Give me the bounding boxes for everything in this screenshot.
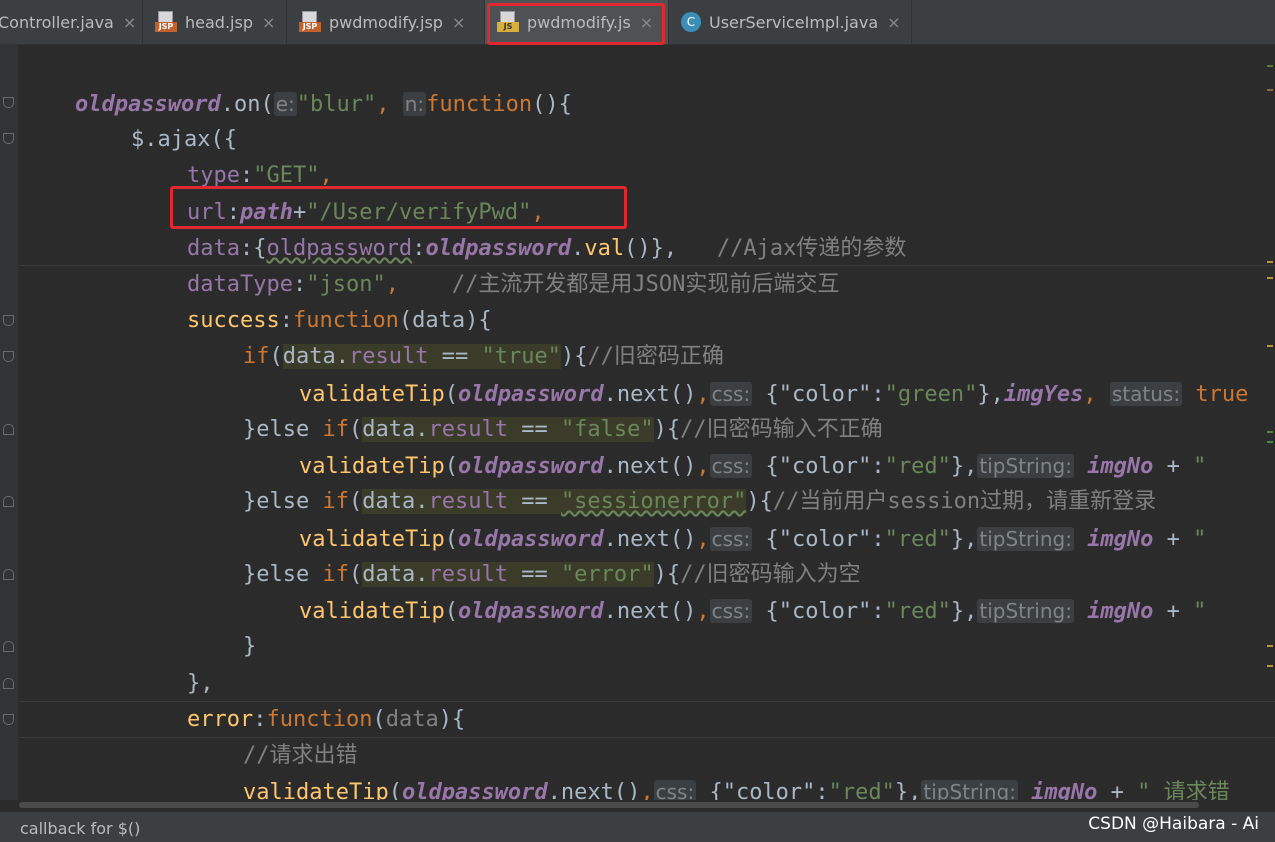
error-stripe-marker[interactable]	[1267, 89, 1273, 91]
parameter-hint: tipString:	[921, 780, 1018, 800]
tab-controller-java[interactable]: Controller.java ×	[0, 0, 143, 44]
fold-icon[interactable]	[3, 133, 14, 144]
tab-userserviceimpl-java[interactable]: C UserServiceImpl.java ×	[669, 0, 912, 44]
tab-label: Controller.java	[0, 12, 114, 32]
code-line: validateTip(oldpassword.next(), css: {"co…	[75, 777, 1230, 800]
parameter-hint: css:	[653, 780, 697, 800]
close-icon[interactable]: ×	[887, 13, 900, 32]
close-icon[interactable]: ×	[262, 13, 275, 32]
error-stripe-marker[interactable]	[1267, 645, 1273, 647]
code-line: }	[243, 634, 257, 659]
fold-icon[interactable]	[3, 496, 14, 507]
code-line: success:function(data){	[187, 308, 492, 333]
error-stripe-marker[interactable]	[1267, 441, 1273, 443]
code-line: }else if(data.result == "error"){//旧密码输入…	[243, 562, 861, 587]
code-line: $.ajax({	[131, 127, 237, 152]
fold-icon[interactable]	[3, 678, 14, 689]
error-stripe-marker[interactable]	[1267, 261, 1273, 263]
code-line: data:{oldpassword:oldpassword.val()}, //…	[187, 236, 907, 261]
close-icon[interactable]: ×	[452, 13, 465, 32]
parameter-hint: css:	[709, 599, 753, 623]
jsp-file-icon: JSP	[155, 11, 177, 33]
scrollbar-thumb[interactable]	[19, 802, 1199, 808]
fold-icon[interactable]	[3, 424, 14, 435]
parameter-hint: css:	[709, 527, 753, 551]
horizontal-scrollbar[interactable]	[19, 800, 1275, 810]
status-text: callback for $()	[20, 819, 141, 838]
parameter-hint: css:	[709, 382, 753, 406]
error-stripe-marker[interactable]	[1267, 345, 1273, 347]
java-class-icon: C	[681, 12, 701, 32]
code-line: dataType:"json", //主流开发都是用JSON实现前后端交互	[187, 272, 840, 297]
fold-icon[interactable]	[3, 714, 14, 725]
code-line: validateTip(oldpassword.next(), css: {"co…	[299, 599, 1207, 624]
fold-icon[interactable]	[3, 351, 14, 362]
parameter-hint: n:	[402, 92, 427, 116]
parameter-hint: tipString:	[977, 599, 1074, 623]
code-line: error:function(data){	[187, 707, 466, 732]
status-bar: callback for $()	[0, 812, 1275, 842]
tab-label: pwdmodify.jsp	[329, 12, 443, 32]
code-line: //请求出错	[243, 743, 358, 768]
code-line: validateTip(oldpassword.next(), css: {"co…	[299, 454, 1207, 479]
parameter-hint: css:	[709, 454, 753, 478]
close-icon[interactable]: ×	[123, 13, 136, 32]
code-line: validateTip(oldpassword.next(), css: {"co…	[299, 382, 1249, 407]
tab-label: UserServiceImpl.java	[709, 12, 879, 32]
code-line: }else if(data.result == "sessionerror"){…	[243, 489, 1157, 514]
parameter-hint: tipString:	[977, 527, 1074, 551]
parameter-hint: e:	[273, 92, 297, 116]
fold-icon[interactable]	[3, 641, 14, 652]
error-stripe-marker[interactable]	[1267, 65, 1273, 67]
active-tab-highlight-box	[487, 3, 665, 45]
code-editor[interactable]: oldpassword.on(e:"blur", n:function(){ $…	[19, 45, 1275, 800]
parameter-hint: status:	[1109, 382, 1183, 406]
fold-icon[interactable]	[3, 97, 14, 108]
jsp-file-icon: JSP	[299, 11, 321, 33]
watermark: CSDN @Haibara - Ai	[1088, 814, 1259, 834]
tab-head-jsp[interactable]: JSP head.jsp ×	[143, 0, 287, 44]
error-stripe-marker[interactable]	[1267, 277, 1273, 279]
code-line: if(data.result == "true"){//旧密码正确	[243, 344, 724, 369]
code-line: validateTip(oldpassword.next(), css: {"co…	[299, 527, 1207, 552]
code-line: oldpassword.on(e:"blur", n:function(){	[75, 92, 572, 117]
error-stripe-marker[interactable]	[1267, 665, 1273, 667]
fold-icon[interactable]	[3, 315, 14, 326]
parameter-hint: tipString:	[977, 454, 1074, 478]
error-stripe-marker[interactable]	[1267, 431, 1273, 433]
code-line: },	[187, 671, 214, 696]
editor-gutter	[0, 45, 18, 800]
url-line-highlight-box	[170, 186, 627, 229]
tab-pwdmodify-jsp[interactable]: JSP pwdmodify.jsp ×	[287, 0, 485, 44]
tab-label: head.jsp	[185, 12, 253, 32]
fold-icon[interactable]	[3, 569, 14, 580]
code-line: }else if(data.result == "false"){//旧密码输入…	[243, 417, 883, 442]
